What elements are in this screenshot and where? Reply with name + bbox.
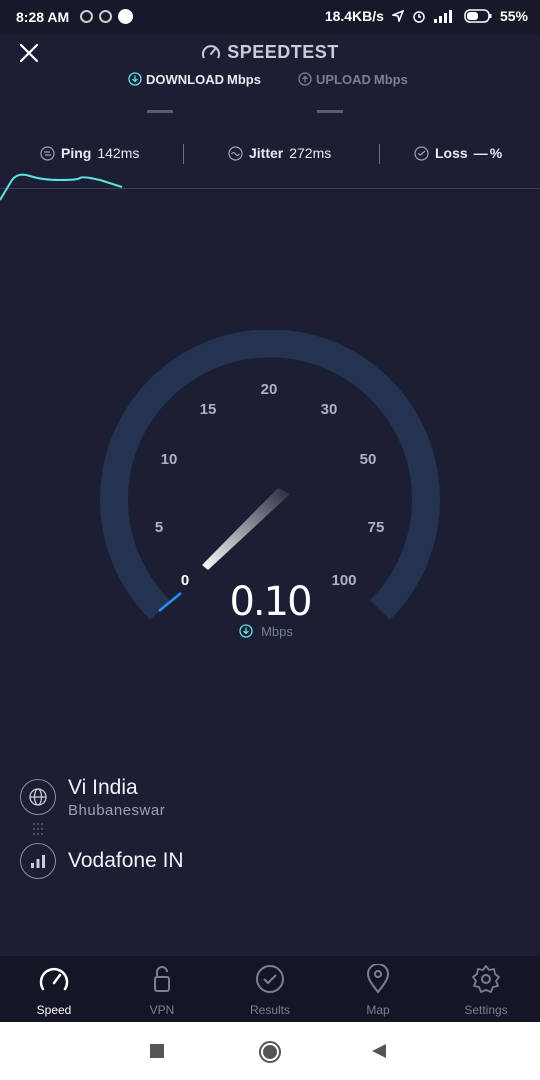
alarm-icon: [413, 11, 425, 23]
gauge-tick: 10: [161, 451, 178, 468]
status-bar: 8:28 AM 18.4KB/s 55%: [0, 0, 540, 34]
gear-icon: [472, 965, 500, 993]
loss-label: Loss: [435, 145, 468, 161]
nav-vpn-label: VPN: [149, 1003, 175, 1017]
gauge-tick: 5: [155, 519, 163, 536]
download-label: DOWNLOAD: [146, 72, 224, 87]
system-nav-bar: [0, 1022, 540, 1080]
upload-value-placeholder: [317, 110, 343, 113]
network-speed: 18.4KB/s: [324, 8, 384, 24]
gauge-tick: 0: [181, 572, 189, 589]
lock-icon: [154, 966, 170, 992]
map-pin-icon: [366, 963, 390, 994]
gauge-tick: 50: [360, 451, 377, 468]
check-circle-icon: [256, 965, 284, 993]
battery-icon: [464, 9, 492, 23]
status-time: 8:28 AM: [16, 9, 70, 25]
loss-unit: %: [489, 145, 503, 161]
isp-location: Bhubaneswar: [68, 802, 166, 819]
notification-icon: [80, 10, 93, 23]
location-icon: [391, 10, 404, 22]
gauge-tick: 100: [331, 572, 356, 589]
nav-speed-label: Speed: [36, 1003, 72, 1017]
title-text: SPEEDTEST: [227, 42, 339, 62]
nav-map-label: Map: [366, 1003, 390, 1017]
gauge-tick: 20: [261, 381, 278, 398]
jitter-label: Jitter: [249, 145, 284, 161]
ping-value: 142ms: [97, 145, 140, 161]
notification-icons: [80, 9, 133, 24]
gauge-tick: 15: [200, 401, 217, 418]
home-icon[interactable]: [259, 1041, 281, 1063]
loss-value: —: [473, 145, 488, 161]
whatsapp-icon: [118, 9, 133, 24]
signal-bars-icon: [20, 843, 56, 879]
gauge-needle: [202, 488, 290, 570]
isp-name[interactable]: Vi India: [68, 776, 138, 800]
nav-vpn[interactable]: VPN: [108, 964, 216, 1017]
loss-metric: Loss — %: [414, 145, 502, 161]
download-unit: Mbps: [227, 72, 261, 87]
metric-separator: [183, 144, 184, 164]
nav-speed[interactable]: Speed: [0, 964, 108, 1017]
download-icon: [128, 72, 142, 86]
download-tab[interactable]: DOWNLOAD Mbps: [128, 72, 261, 87]
metric-separator: [379, 144, 380, 164]
gauge-tick: 75: [368, 519, 385, 536]
speed-graph: [0, 173, 123, 201]
metrics-row: Ping 142ms Jitter 272ms Loss — %: [0, 145, 540, 165]
upload-icon: [298, 72, 312, 86]
speedometer-icon: [202, 45, 221, 59]
gauge-tick: 30: [321, 401, 338, 418]
jitter-metric: Jitter 272ms: [228, 145, 331, 161]
upload-unit: Mbps: [373, 72, 408, 87]
download-value-placeholder: [147, 110, 173, 113]
speed-gauge: 0 5 10 15 20 30 50 75 100 0.10 Mbps: [100, 330, 440, 639]
nav-map[interactable]: Map: [324, 963, 432, 1017]
speed-unit: Mbps: [261, 624, 293, 639]
jitter-icon: [228, 145, 243, 161]
nav-settings[interactable]: Settings: [432, 964, 540, 1017]
loss-icon: [414, 145, 429, 161]
ping-icon: [40, 145, 55, 161]
status-right: 18.4KB/s 55%: [325, 8, 528, 24]
upload-tab[interactable]: UPLOAD Mbps: [298, 72, 408, 87]
signal-icon: [433, 9, 452, 23]
nav-results[interactable]: Results: [216, 964, 324, 1017]
nav-results-label: Results: [249, 1003, 290, 1017]
back-icon[interactable]: [372, 1044, 386, 1058]
ping-label: Ping: [61, 145, 92, 161]
battery-percent: 55%: [499, 8, 528, 24]
speedometer-icon: [39, 967, 69, 991]
connector-dots-icon: [33, 823, 43, 835]
page-title: SPEEDTEST: [0, 42, 540, 63]
ping-metric: Ping 142ms: [40, 145, 139, 161]
jitter-value: 272ms: [289, 145, 332, 161]
alarm-app-icon: [99, 10, 112, 23]
globe-icon: [20, 779, 56, 815]
bottom-nav: Speed VPN Results Map Settings: [0, 956, 540, 1022]
upload-label: UPLOAD: [316, 72, 371, 87]
nav-settings-label: Settings: [464, 1003, 508, 1017]
carrier-name[interactable]: Vodafone IN: [68, 849, 184, 873]
speed-value: 0.10: [229, 579, 310, 625]
recents-icon[interactable]: [150, 1044, 164, 1058]
